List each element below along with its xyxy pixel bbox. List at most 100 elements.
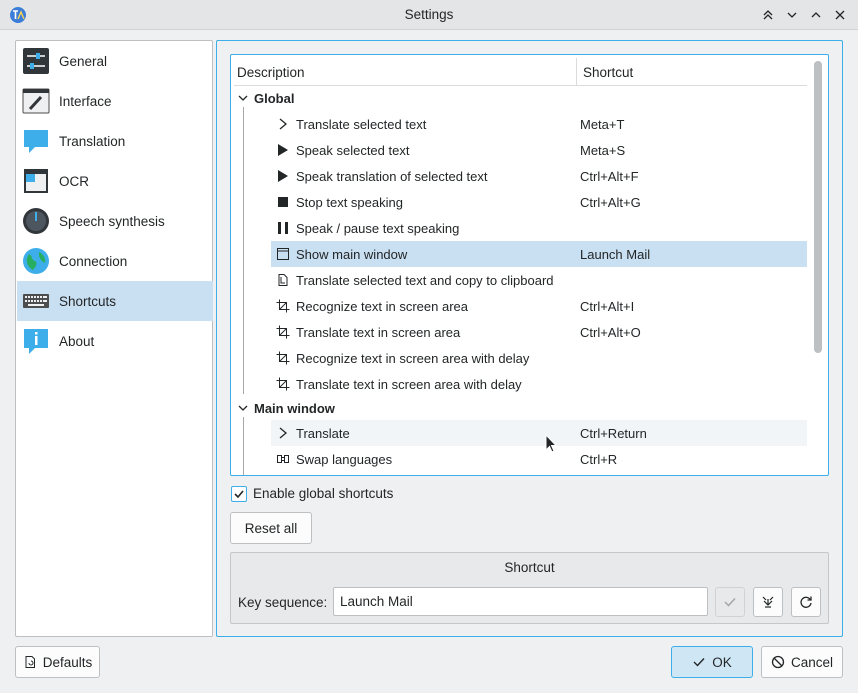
vertical-scrollbar[interactable] (814, 61, 822, 353)
play-icon (278, 144, 288, 156)
shortcut-value: Ctrl+Alt+F (580, 168, 639, 184)
shortcuts-tree[interactable]: Description Shortcut Global Translate se… (230, 54, 829, 476)
maximize-button[interactable] (806, 5, 826, 25)
shortcut-description: Speak / pause text speaking (296, 220, 460, 236)
shortcut-description: Translate selected text (296, 116, 427, 132)
checkmark-icon (234, 490, 244, 499)
scan-window-icon (24, 169, 48, 193)
shortcut-row[interactable]: Translate Ctrl+Return (271, 420, 807, 446)
copy-icon (278, 274, 288, 286)
column-header-description[interactable]: Description (237, 65, 305, 80)
close-button[interactable] (830, 5, 850, 25)
shortcut-row[interactable]: Stop text speaking Ctrl+Alt+G (271, 189, 807, 215)
shortcut-row[interactable]: Recognize text in screen area Ctrl+Alt+I (271, 293, 807, 319)
clear-shortcut-button[interactable] (753, 587, 783, 617)
window-title: Settings (404, 7, 454, 22)
shortcut-value: Launch Mail (580, 246, 651, 262)
mouse-pointer-icon (545, 434, 557, 453)
cancel-button[interactable]: Cancel (761, 646, 843, 678)
sidebar-item-shortcuts[interactable]: Shortcuts (17, 281, 213, 321)
shortcut-description: Translate text in screen area with delay (296, 376, 522, 392)
title-bar: Settings (0, 0, 858, 30)
sidebar-item-label: Translation (59, 133, 126, 149)
chevron-right-icon (279, 427, 288, 439)
sidebar-item-about[interactable]: About (17, 321, 213, 361)
refresh-icon (800, 596, 812, 608)
cancel-label: Cancel (790, 654, 834, 670)
sidebar-item-general[interactable]: General (17, 41, 213, 81)
tree-header: Description Shortcut (234, 58, 807, 86)
key-sequence-input[interactable]: Launch Mail (333, 587, 708, 616)
tree-guide-line (243, 417, 244, 475)
sidebar-item-connection[interactable]: Connection (17, 241, 213, 281)
stop-icon (278, 197, 288, 207)
paintbrush-icon (22, 88, 50, 114)
checkmark-icon (693, 658, 705, 667)
sidebar-item-interface[interactable]: Interface (17, 81, 213, 121)
shortcut-row[interactable]: Translate selected text Meta+T (271, 111, 807, 137)
defaults-button[interactable]: Defaults (15, 646, 100, 678)
minimize-button[interactable] (782, 5, 802, 25)
shortcut-row[interactable]: Translate selected text and copy to clip… (271, 267, 807, 293)
chevron-up-icon (811, 12, 821, 18)
crop-icon (276, 351, 290, 365)
shortcut-value: Ctrl+R (580, 451, 618, 467)
shortcut-description: Speak translation of selected text (296, 168, 488, 184)
sidebar-item-label: About (59, 333, 95, 349)
clear-icon (762, 596, 774, 608)
shortcut-row[interactable]: Translate text in screen area Ctrl+Alt+O (271, 319, 807, 345)
shortcut-description: Translate text in screen area (296, 324, 461, 340)
tree-group-main-window[interactable]: Main window (234, 395, 807, 421)
enable-global-shortcuts-label[interactable]: Enable global shortcuts (253, 486, 393, 501)
column-divider (576, 58, 577, 86)
sidebar-item-label: OCR (59, 173, 89, 189)
info-icon (24, 329, 48, 354)
pause-icon (278, 222, 288, 234)
sidebar-item-translation[interactable]: Translation (17, 121, 213, 161)
play-icon (278, 170, 288, 182)
defaults-label: Defaults (42, 654, 93, 670)
sidebar-item-label: Interface (59, 93, 112, 109)
chevron-down-icon (787, 12, 797, 18)
shortcut-row[interactable]: Speak / pause text speaking (271, 215, 807, 241)
shortcut-row[interactable]: Translate text in screen area with delay (271, 371, 807, 397)
shortcut-row[interactable]: Swap languages Ctrl+R (271, 446, 807, 472)
shortcut-row[interactable]: Speak translation of selected text Ctrl+… (271, 163, 807, 189)
sidebar-item-label: Shortcuts (59, 293, 117, 309)
shortcut-description: Swap languages (296, 451, 393, 467)
close-icon (835, 10, 845, 20)
column-header-shortcut[interactable]: Shortcut (583, 65, 633, 80)
shortcut-row-selected[interactable]: Show main window Launch Mail (271, 241, 807, 267)
tree-group-global[interactable]: Global (234, 85, 807, 111)
chat-bubble-icon (24, 130, 48, 153)
enable-global-shortcuts-checkbox[interactable] (231, 486, 247, 502)
reset-shortcut-button[interactable] (791, 587, 821, 617)
sidebar-item-ocr[interactable]: OCR (17, 161, 213, 201)
shortcut-row[interactable]: Recognize text in screen area with delay (271, 345, 807, 371)
shortcut-group-title: Shortcut (504, 560, 555, 575)
shortcut-description: Translate (296, 425, 350, 441)
sliders-icon (23, 48, 49, 74)
checkmark-icon (724, 597, 736, 607)
reset-all-button[interactable]: Reset all (230, 512, 312, 544)
ok-button[interactable]: OK (671, 646, 753, 678)
shortcut-value: Ctrl+Alt+O (580, 324, 641, 340)
crop-icon (276, 377, 290, 391)
chevron-right-icon (279, 118, 288, 130)
cancel-icon (771, 655, 785, 669)
shortcut-description: Speak selected text (296, 142, 410, 158)
crop-icon (276, 299, 290, 313)
keep-above-button[interactable] (758, 5, 778, 25)
shortcut-editor-group: Shortcut Key sequence: Launch Mail (230, 552, 829, 624)
shortcut-row[interactable]: Speak selected text Meta+S (271, 137, 807, 163)
keyboard-icon (23, 294, 49, 308)
sidebar-item-label: Connection (59, 253, 128, 269)
settings-sidebar: General Interface Translation OCR Speech… (15, 40, 213, 637)
group-label: Global (254, 90, 295, 106)
speaker-knob-icon (23, 208, 49, 234)
shortcut-description: Recognize text in screen area with delay (296, 350, 530, 366)
sidebar-item-speech-synthesis[interactable]: Speech synthesis (17, 201, 213, 241)
shortcut-value: Ctrl+Alt+G (580, 194, 641, 210)
accept-shortcut-button[interactable] (715, 587, 745, 617)
sidebar-item-label: General (59, 53, 108, 69)
